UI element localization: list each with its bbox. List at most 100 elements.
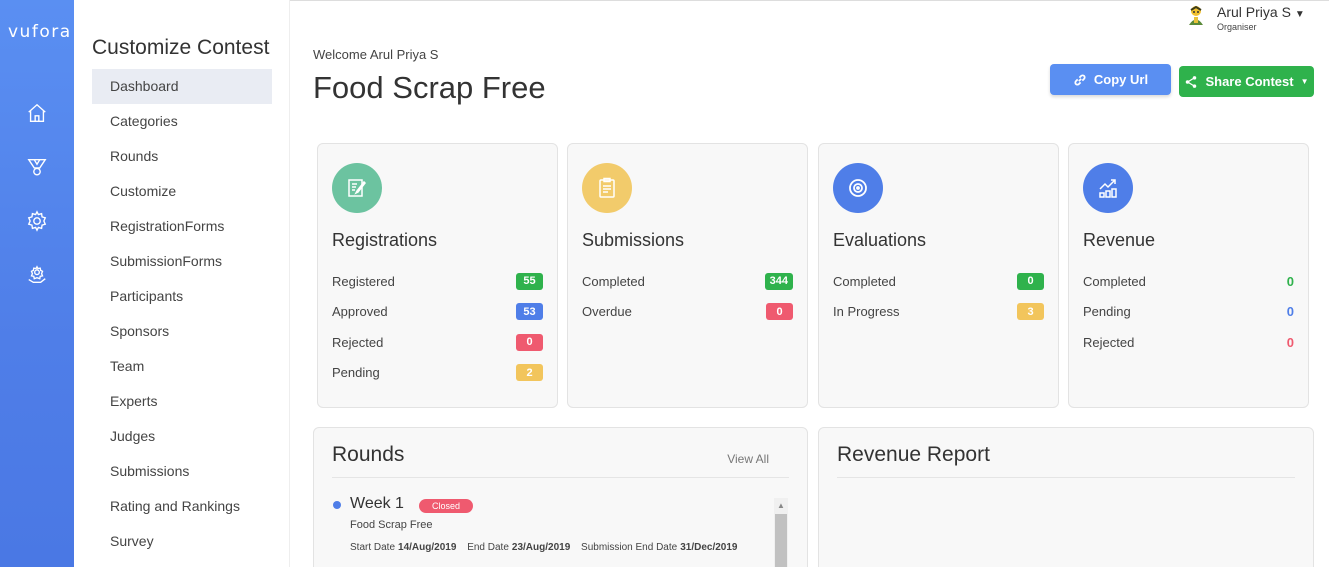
stat-value: 0 — [1286, 273, 1294, 289]
stat-row: Completed 0 — [833, 266, 1044, 297]
stat-label: Completed — [582, 273, 645, 289]
stat-badge: 0 — [766, 303, 793, 321]
stat-label: Overdue — [582, 304, 632, 320]
sidebar-item-sponsors[interactable]: Sponsors — [92, 314, 272, 349]
stat-row: In Progress 3 — [833, 297, 1044, 328]
user-name: Arul Priya S — [1217, 4, 1291, 20]
stat-label: Pending — [1083, 304, 1131, 320]
sidebar-item-judges[interactable]: Judges — [92, 419, 272, 454]
copy-url-button[interactable]: Copy Url — [1050, 64, 1171, 95]
rounds-panel: Rounds View All Week 1 Closed Food Scrap… — [313, 427, 808, 567]
sidebar-item-survey[interactable]: Survey — [92, 524, 272, 559]
caret-down-icon: ▼ — [1300, 77, 1309, 86]
round-name: Week 1 — [350, 495, 404, 512]
sidebar-item-rating-rankings[interactable]: Rating and Rankings — [92, 489, 272, 524]
round-contest: Food Scrap Free — [350, 519, 433, 531]
submission-end-label: Submission End Date — [581, 542, 678, 553]
revenue-report-panel: Revenue Report — [818, 427, 1314, 567]
round-dates: Start Date 14/Aug/2019 End Date 23/Aug/201… — [350, 542, 746, 553]
sidebar-item-team[interactable]: Team — [92, 349, 272, 384]
sidebar-item-participants[interactable]: Participants — [92, 279, 272, 314]
sidebar-item-categories[interactable]: Categories — [92, 104, 272, 139]
welcome-text: Welcome Arul Priya S — [313, 47, 439, 62]
gear-hand-icon[interactable] — [26, 264, 48, 286]
stat-label: Registered — [332, 273, 395, 289]
caret-down-icon: ▼ — [1294, 9, 1305, 20]
left-rail: vufora — [0, 0, 74, 567]
divider — [332, 477, 789, 478]
stat-row: Pending 0 — [1083, 297, 1294, 328]
round-bullet — [333, 501, 341, 509]
card-title: Evaluations — [833, 230, 927, 250]
sidebar-item-rounds[interactable]: Rounds — [92, 139, 272, 174]
submission-end-date: 31/Dec/2019 — [680, 542, 738, 553]
scroll-up-icon[interactable]: ▲ — [774, 498, 788, 512]
stat-row: Completed 0 — [1083, 266, 1294, 297]
sidebar-item-dashboard[interactable]: Dashboard — [92, 69, 272, 104]
view-all-link[interactable]: View All — [727, 452, 769, 466]
share-contest-button[interactable]: Share Contest ▼ — [1179, 66, 1314, 97]
stat-badge: 0 — [1017, 272, 1044, 290]
divider — [837, 477, 1295, 478]
sidebar-item-submission-forms[interactable]: SubmissionForms — [92, 244, 272, 279]
sidebar-item-registration-forms[interactable]: RegistrationForms — [92, 209, 272, 244]
page-title: Food Scrap Free — [313, 70, 546, 105]
stat-label: Completed — [833, 273, 896, 289]
start-date: 14/Aug/2019 — [398, 542, 457, 553]
end-date: 23/Aug/2019 — [511, 542, 571, 553]
stat-label: Pending — [332, 365, 380, 381]
card-title: Registrations — [332, 230, 438, 250]
stat-badge: 2 — [516, 364, 543, 382]
stat-row: Overdue 0 — [582, 297, 793, 328]
top-bar: Arul Priya S ▼ Organiser — [290, 0, 1329, 36]
stat-label: Approved — [332, 304, 388, 320]
scroll-thumb[interactable] — [775, 514, 787, 567]
stat-row: Approved 53 — [332, 297, 543, 328]
stat-row: Completed 344 — [582, 266, 793, 297]
stat-row: Registered 55 — [332, 266, 543, 297]
status-badge: Closed — [419, 499, 473, 513]
card-title: Revenue — [1083, 230, 1156, 250]
stat-badge: 344 — [764, 272, 793, 290]
start-date-label: Start Date — [350, 542, 396, 553]
clipboard-icon — [582, 163, 632, 213]
sidebar-item-experts[interactable]: Experts — [92, 384, 272, 419]
stat-badge: 3 — [1017, 303, 1044, 321]
user-menu[interactable]: Arul Priya S ▼ — [1217, 4, 1305, 20]
home-icon[interactable] — [26, 102, 48, 124]
sidebar-title: Customize Contest — [92, 36, 270, 59]
edit-document-icon — [332, 163, 382, 213]
avatar[interactable] — [1185, 4, 1207, 26]
user-role: Organiser — [1217, 22, 1257, 32]
stat-label: In Progress — [833, 304, 900, 320]
stat-badge: 0 — [516, 333, 543, 351]
share-icon — [1186, 75, 1197, 88]
stat-badge: 55 — [516, 272, 543, 290]
copy-url-label: Copy Url — [1093, 72, 1149, 87]
registrations-card: Registrations Registered 55 Approved 53 Re… — [317, 143, 558, 408]
trophy-icon[interactable] — [26, 156, 48, 178]
evaluations-card: Evaluations Completed 0 In Progress 3 — [818, 143, 1059, 408]
vufora-logo[interactable]: vufora — [8, 22, 72, 42]
stat-label: Rejected — [1083, 334, 1135, 350]
link-icon — [1074, 74, 1086, 85]
stat-label: Rejected — [332, 334, 384, 350]
stat-row: Rejected 0 — [1083, 327, 1294, 358]
revenue-report-title: Revenue Report — [837, 443, 990, 466]
target-icon — [833, 163, 883, 213]
revenue-card: Revenue Completed 0 Pending 0 Rejected 0 — [1068, 143, 1309, 408]
stat-value: 0 — [1286, 334, 1294, 350]
stat-label: Completed — [1083, 273, 1146, 289]
stat-row: Pending 2 — [332, 358, 543, 389]
gear-icon[interactable] — [26, 210, 48, 232]
share-contest-label: Share Contest — [1205, 74, 1294, 89]
rounds-scrollbar[interactable]: ▲ — [774, 498, 788, 567]
stat-badge: 53 — [516, 303, 543, 321]
rounds-title: Rounds — [332, 443, 405, 466]
sidebar-item-submissions[interactable]: Submissions — [92, 454, 272, 489]
sidebar: Customize Contest Dashboard Categories R… — [74, 0, 290, 567]
end-date-label: End Date — [467, 542, 509, 553]
card-title: Submissions — [582, 230, 685, 250]
sidebar-item-customize[interactable]: Customize — [92, 174, 272, 209]
stat-value: 0 — [1286, 304, 1294, 320]
